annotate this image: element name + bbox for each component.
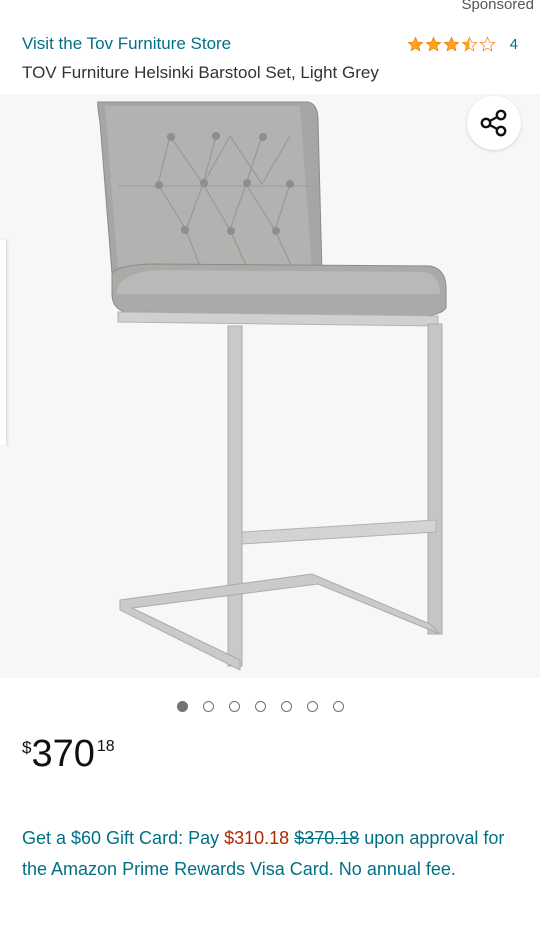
star-full-icon (425, 36, 442, 52)
star-half-icon (461, 36, 478, 52)
promo-original-amount: $370.18 (294, 828, 360, 848)
rating[interactable]: 4 (407, 36, 518, 53)
rating-count[interactable]: 4 (510, 36, 518, 53)
price-fraction: 18 (96, 738, 115, 755)
product-price: $ 370 18 (22, 733, 115, 775)
gift-card-promo[interactable]: Get a $60 Gift Card: Pay $310.18 $370.18… (22, 823, 512, 885)
star-full-icon (407, 36, 424, 52)
side-drawer-handle[interactable] (0, 240, 7, 445)
share-icon (480, 109, 507, 137)
sponsored-label: Sponsored (461, 0, 534, 13)
star-rating (407, 36, 496, 53)
pagination-dot[interactable] (333, 701, 344, 712)
star-full-icon (443, 36, 460, 52)
pagination-dot[interactable] (203, 701, 214, 712)
pagination-dot[interactable] (307, 701, 318, 712)
pagination-dot[interactable] (255, 701, 266, 712)
store-rating-row: Visit the Tov Furniture Store 4 (22, 34, 518, 54)
star-empty-icon (479, 36, 496, 52)
promo-pay-amount: $310.18 (224, 828, 290, 848)
product-image-gallery[interactable] (0, 94, 540, 678)
store-link[interactable]: Visit the Tov Furniture Store (22, 34, 231, 54)
image-pagination[interactable] (177, 701, 344, 712)
product-image[interactable] (0, 94, 540, 678)
price-currency-symbol: $ (22, 738, 32, 757)
pagination-dot[interactable] (177, 701, 188, 712)
product-title: TOV Furniture Helsinki Barstool Set, Lig… (22, 63, 379, 82)
pagination-dot[interactable] (281, 701, 292, 712)
promo-text-start: Get a $60 Gift Card: Pay (22, 828, 225, 848)
pagination-dot[interactable] (229, 701, 240, 712)
share-button[interactable] (467, 96, 521, 150)
price-whole: 370 (31, 733, 95, 775)
